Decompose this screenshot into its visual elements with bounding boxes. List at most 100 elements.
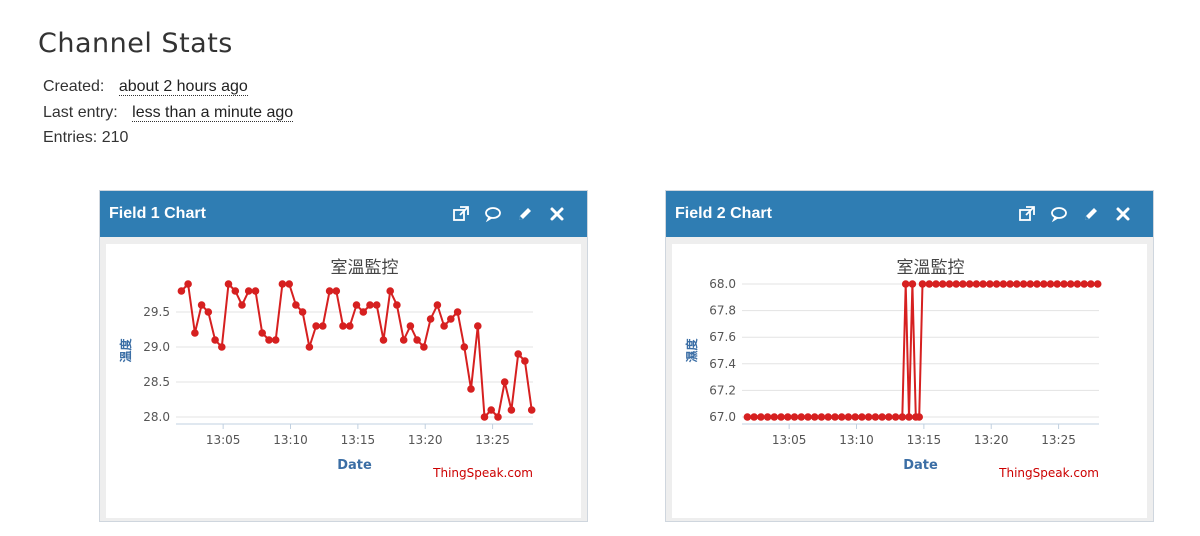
data-point <box>824 413 832 421</box>
data-point <box>918 280 927 288</box>
comment-icon[interactable] <box>1050 205 1068 223</box>
data-point <box>480 413 489 421</box>
data-point <box>898 413 907 421</box>
data-point <box>393 301 401 309</box>
data-point <box>1087 280 1095 288</box>
data-point <box>218 343 226 351</box>
pencil-icon[interactable] <box>516 205 534 223</box>
data-point <box>1060 280 1068 288</box>
y-tick-label: 68.0 <box>709 277 736 291</box>
data-point <box>777 413 785 421</box>
data-point <box>359 308 368 316</box>
x-tick-label: 13:15 <box>907 433 942 447</box>
chart-area: 室溫監控 28.0 28.5 29.0 29.5 13:05 13:10 13:15 13:20… <box>106 244 581 518</box>
panel-header: Field 2 Chart <box>666 191 1153 237</box>
data-point <box>352 301 361 309</box>
data-point <box>346 322 354 330</box>
data-point <box>366 301 374 309</box>
x-tick-label: 13:25 <box>475 433 510 447</box>
credit-link: ThingSpeak.com <box>998 466 1099 480</box>
y-tick-label: 67.0 <box>709 410 736 424</box>
data-point <box>790 413 799 421</box>
data-point <box>817 413 826 421</box>
data-point <box>507 406 516 414</box>
data-point <box>211 336 219 344</box>
data-point <box>447 315 455 323</box>
data-point <box>325 287 334 295</box>
panel-header: Field 1 Chart <box>100 191 587 237</box>
chart-title: 室溫監控 <box>331 258 399 278</box>
data-point <box>413 336 421 344</box>
data-point <box>938 280 947 288</box>
y-tick-label: 67.8 <box>709 304 736 318</box>
data-point <box>332 287 341 295</box>
data-point <box>298 308 307 316</box>
data-point <box>952 280 960 288</box>
data-point <box>440 322 448 330</box>
data-point <box>1073 280 1082 288</box>
x-axis-label: Date <box>337 458 372 473</box>
x-tick-label: 13:10 <box>273 433 308 447</box>
data-point <box>433 301 442 309</box>
data-point <box>851 413 859 421</box>
data-point <box>986 280 994 288</box>
x-tick-label: 13:05 <box>772 433 807 447</box>
last-entry-value: less than a minute ago <box>132 103 294 122</box>
data-point <box>1013 280 1021 288</box>
entries-value: 210 <box>101 129 129 146</box>
data-point <box>878 413 886 421</box>
data-point <box>959 280 967 288</box>
data-point <box>265 336 273 344</box>
data-point <box>285 280 293 288</box>
data-point <box>831 413 839 421</box>
data-point <box>858 413 866 421</box>
data-point <box>1053 280 1061 288</box>
x-tick-label: 13:20 <box>408 433 443 447</box>
data-point <box>386 287 395 295</box>
data-point <box>191 329 199 337</box>
data-point <box>204 308 213 316</box>
data-point <box>1093 280 1102 288</box>
data-point <box>231 287 240 295</box>
data-point <box>224 280 233 288</box>
close-icon[interactable] <box>1114 205 1132 223</box>
x-tick-label: 13:05 <box>206 433 241 447</box>
data-point <box>453 308 462 316</box>
series-line <box>747 283 1098 418</box>
entries-row: Entries: 210 <box>43 125 293 151</box>
x-tick-label: 13:25 <box>1041 433 1076 447</box>
last-entry-row: Last entry: less than a minute ago <box>43 100 294 126</box>
data-point <box>972 280 981 288</box>
pencil-icon[interactable] <box>1082 205 1100 223</box>
chart-title: 室溫監控 <box>897 258 965 278</box>
created-label: Created: <box>43 78 105 95</box>
data-point <box>244 287 253 295</box>
data-point <box>925 280 934 288</box>
panel-title: Field 2 Chart <box>675 205 772 222</box>
data-point <box>312 322 320 330</box>
x-tick-label: 13:15 <box>341 433 376 447</box>
data-point <box>271 336 280 344</box>
comment-icon[interactable] <box>484 205 502 223</box>
y-tick-label: 28.5 <box>143 375 170 389</box>
close-icon[interactable] <box>548 205 566 223</box>
data-point <box>945 280 954 288</box>
data-point <box>844 413 853 421</box>
data-point <box>521 357 529 365</box>
external-window-icon[interactable] <box>1018 205 1036 223</box>
data-point <box>278 280 287 288</box>
external-window-icon[interactable] <box>452 205 470 223</box>
data-point <box>810 413 819 421</box>
data-point <box>467 385 475 393</box>
credit-link: ThingSpeak.com <box>432 466 533 480</box>
field-1-chart-panel: Field 1 Chart 室溫監控 28.0 28.5 29.0 29.5 13:05 1… <box>99 190 588 522</box>
data-point <box>399 336 408 344</box>
y-tick-label: 29.5 <box>143 305 170 319</box>
data-point <box>1006 280 1014 288</box>
data-point <box>514 350 522 358</box>
data-point <box>292 301 300 309</box>
data-point <box>804 413 812 421</box>
data-point <box>979 280 987 288</box>
data-point <box>837 413 846 421</box>
data-point <box>1066 280 1075 288</box>
